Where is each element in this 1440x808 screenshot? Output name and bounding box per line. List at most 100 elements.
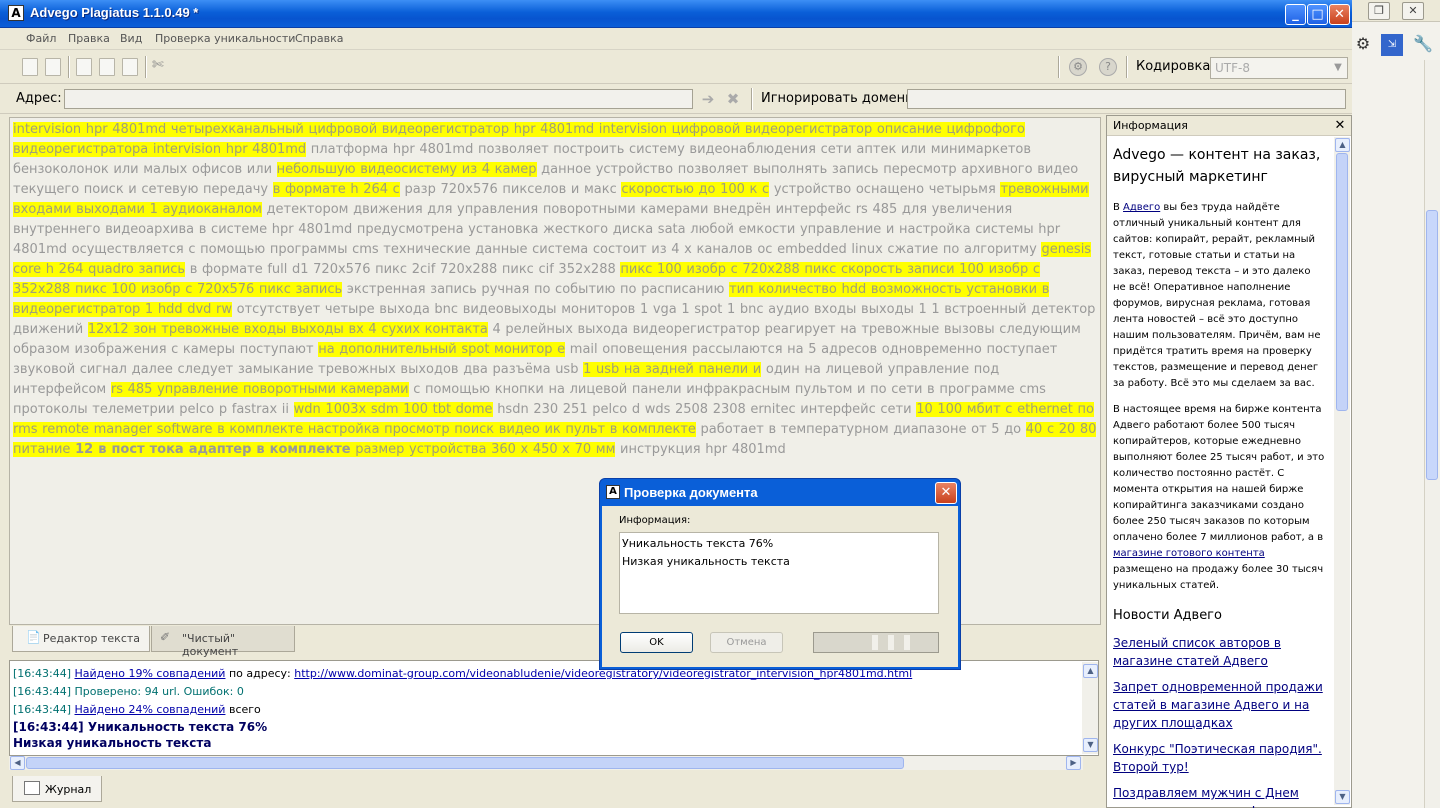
log-panel[interactable]: [16:43:44] Найдено 19% совпадений по адр… bbox=[9, 660, 1099, 756]
dialog-verdict-line: Низкая уникальность текста bbox=[622, 555, 790, 568]
editor-text: разр 720x576 пикселов и макс bbox=[399, 182, 622, 197]
info-paragraph: В настоящее время на бирже контента Адве… bbox=[1113, 402, 1326, 594]
log-text: Проверено: 94 url. Ошибок: 0 bbox=[74, 685, 244, 698]
log-match-link[interactable]: Найдено 24% совпадений bbox=[75, 703, 226, 716]
dialog-title: Проверка документа bbox=[624, 485, 758, 500]
progress-block bbox=[904, 635, 910, 650]
open-document-icon[interactable] bbox=[45, 58, 61, 76]
title-bar bbox=[0, 0, 1352, 28]
document-icon: 📄 bbox=[26, 630, 41, 644]
info-scroll-thumb[interactable] bbox=[1336, 153, 1348, 411]
close-icon[interactable]: ✖ bbox=[723, 89, 743, 109]
info-text: В настоящее время на бирже контента Адве… bbox=[1113, 404, 1325, 543]
menu-uniqueness-check[interactable]: Проверка уникальности bbox=[155, 32, 295, 45]
news-title: Новости Адвего bbox=[1113, 608, 1222, 623]
encoding-label: Кодировка: bbox=[1136, 59, 1215, 74]
scroll-up-icon[interactable]: ▲ bbox=[1335, 138, 1350, 152]
paste-icon[interactable] bbox=[122, 58, 138, 76]
info-paragraph: В Адвего вы без труда найдёте отличный у… bbox=[1113, 200, 1326, 392]
log-line: [16:43:44] Проверено: 94 url. Ошибок: 0 bbox=[13, 683, 1095, 701]
log-timestamp: [16:43:44] bbox=[13, 703, 71, 716]
highlighted-match: rs 485 управление поворотными камерами bbox=[110, 382, 409, 397]
highlighted-match: 12 в пост тока адаптер в комплекте bbox=[75, 442, 351, 457]
cancel-button[interactable]: Отмена bbox=[710, 632, 783, 653]
background-window-titlebar bbox=[1352, 0, 1440, 22]
log-text: всего bbox=[225, 703, 261, 716]
wrench-icon[interactable]: 🔧 bbox=[1412, 34, 1434, 56]
address-separator bbox=[751, 88, 753, 110]
progress-block bbox=[888, 635, 894, 650]
advego-link[interactable]: Адвего bbox=[1123, 202, 1160, 213]
dialog-uniqueness-line: Уникальность текста 76% bbox=[622, 537, 774, 550]
log-match-link[interactable]: Найдено 19% совпадений bbox=[75, 667, 226, 680]
info-text: размещено на продажу более 30 тысяч уник… bbox=[1113, 564, 1324, 591]
log-timestamp: [16:43:44] bbox=[13, 667, 71, 680]
window-title: Advego Plagiatus 1.1.0.49 * bbox=[30, 5, 199, 20]
highlighted-match: в формате h 264 с bbox=[272, 182, 400, 197]
editor-text: работает в температурном диапазоне от 5 … bbox=[695, 422, 1026, 437]
download-icon[interactable]: ⇲ bbox=[1381, 34, 1403, 56]
journal-icon bbox=[24, 781, 40, 795]
chevron-down-icon[interactable]: ▼ bbox=[1330, 59, 1346, 77]
toolbar-separator bbox=[68, 56, 70, 78]
content-shop-link[interactable]: магазине готового контента bbox=[1113, 548, 1265, 559]
scroll-left-icon[interactable]: ◀ bbox=[10, 756, 25, 770]
address-label: Адрес: bbox=[16, 91, 62, 106]
address-input[interactable] bbox=[64, 89, 693, 109]
background-scroll-thumb[interactable] bbox=[1426, 210, 1438, 480]
bg-close-button[interactable]: ✕ bbox=[1402, 2, 1424, 20]
dialog-app-icon: A bbox=[606, 485, 620, 499]
scroll-down-icon[interactable]: ▼ bbox=[1083, 738, 1098, 752]
log-text: по адресу: bbox=[225, 667, 295, 680]
encoding-select[interactable]: UTF-8 bbox=[1210, 57, 1348, 79]
cut-icon[interactable] bbox=[76, 58, 92, 76]
editor-text: в формате full d1 720x576 пикс 2cif 720x… bbox=[185, 262, 621, 277]
highlighted-match: скоростью до 100 к с bbox=[621, 182, 770, 197]
menu-edit[interactable]: Правка bbox=[68, 32, 110, 45]
info-panel-header: Информация bbox=[1107, 116, 1351, 136]
news-link[interactable]: Конкурс "Поэтическая пародия". Второй ту… bbox=[1113, 740, 1326, 776]
maximize-button[interactable]: □ bbox=[1307, 4, 1328, 25]
scroll-down-icon[interactable]: ▼ bbox=[1335, 790, 1350, 804]
ignore-domains-label: Игнорировать домены: bbox=[761, 91, 920, 106]
info-text: вы без труда найдёте отличный уникальный… bbox=[1113, 202, 1321, 389]
help-icon[interactable]: ? bbox=[1099, 58, 1117, 76]
settings-icon[interactable]: ⚙ bbox=[1069, 58, 1087, 76]
highlighted-match: wdn 1003x sdm 100 tbt dome bbox=[293, 402, 493, 417]
log-line: [16:43:44] Найдено 24% совпадений всего bbox=[13, 701, 1095, 719]
menu-file[interactable]: Файл bbox=[26, 32, 56, 45]
highlighted-match: 1 usb на задней панели и bbox=[583, 362, 762, 377]
arrow-right-icon[interactable]: ➔ bbox=[698, 89, 718, 109]
highlighted-match: небольшую видеосистему из 4 камер bbox=[276, 162, 537, 177]
news-link[interactable]: Зеленый список авторов в магазине статей… bbox=[1113, 634, 1326, 670]
info-text: В bbox=[1113, 202, 1124, 213]
editor-text: экстренная запись ручная по событию по р… bbox=[342, 282, 730, 297]
editor-text: инструкция hpr 4801md bbox=[615, 442, 786, 457]
minimize-button[interactable]: _ bbox=[1285, 4, 1306, 25]
log-uniqueness-result: [16:43:44] Уникальность текста 76% bbox=[13, 720, 268, 734]
new-document-icon[interactable] bbox=[22, 58, 38, 76]
check-icon[interactable]: ✄ bbox=[152, 57, 170, 75]
highlighted-match: размер устройства 360 x 450 x 70 мм bbox=[350, 442, 616, 457]
menu-help[interactable]: Справка bbox=[295, 32, 343, 45]
close-button[interactable]: ✕ bbox=[1329, 4, 1350, 25]
bg-restore-button[interactable]: ❐ bbox=[1368, 2, 1390, 20]
info-content: Advego — контент на заказ, вирусный марк… bbox=[1113, 140, 1326, 808]
news-link[interactable]: Поздравляем мужчин с Днем защитника отеч… bbox=[1113, 784, 1326, 808]
dialog-close-button[interactable]: ✕ bbox=[935, 482, 957, 504]
log-scroll-thumb[interactable] bbox=[26, 757, 904, 769]
ok-button[interactable]: OK bbox=[620, 632, 693, 653]
scroll-right-icon[interactable]: ▶ bbox=[1066, 756, 1081, 770]
app-icon: A bbox=[8, 5, 24, 21]
scroll-up-icon[interactable]: ▲ bbox=[1083, 664, 1098, 678]
menu-view[interactable]: Вид bbox=[120, 32, 142, 45]
ignore-domains-input[interactable] bbox=[907, 89, 1346, 109]
dialog-info-label: Информация: bbox=[619, 515, 691, 526]
copy-icon[interactable] bbox=[99, 58, 115, 76]
broom-icon: ✐ bbox=[160, 630, 171, 644]
log-uniqueness-verdict: Низкая уникальность текста bbox=[13, 736, 212, 750]
info-close-icon[interactable]: ✕ bbox=[1332, 117, 1348, 135]
gear-icon[interactable]: ⚙ bbox=[1352, 34, 1374, 56]
progress-block bbox=[872, 635, 878, 650]
news-link[interactable]: Запрет одновременной продажи статей в ма… bbox=[1113, 678, 1326, 732]
